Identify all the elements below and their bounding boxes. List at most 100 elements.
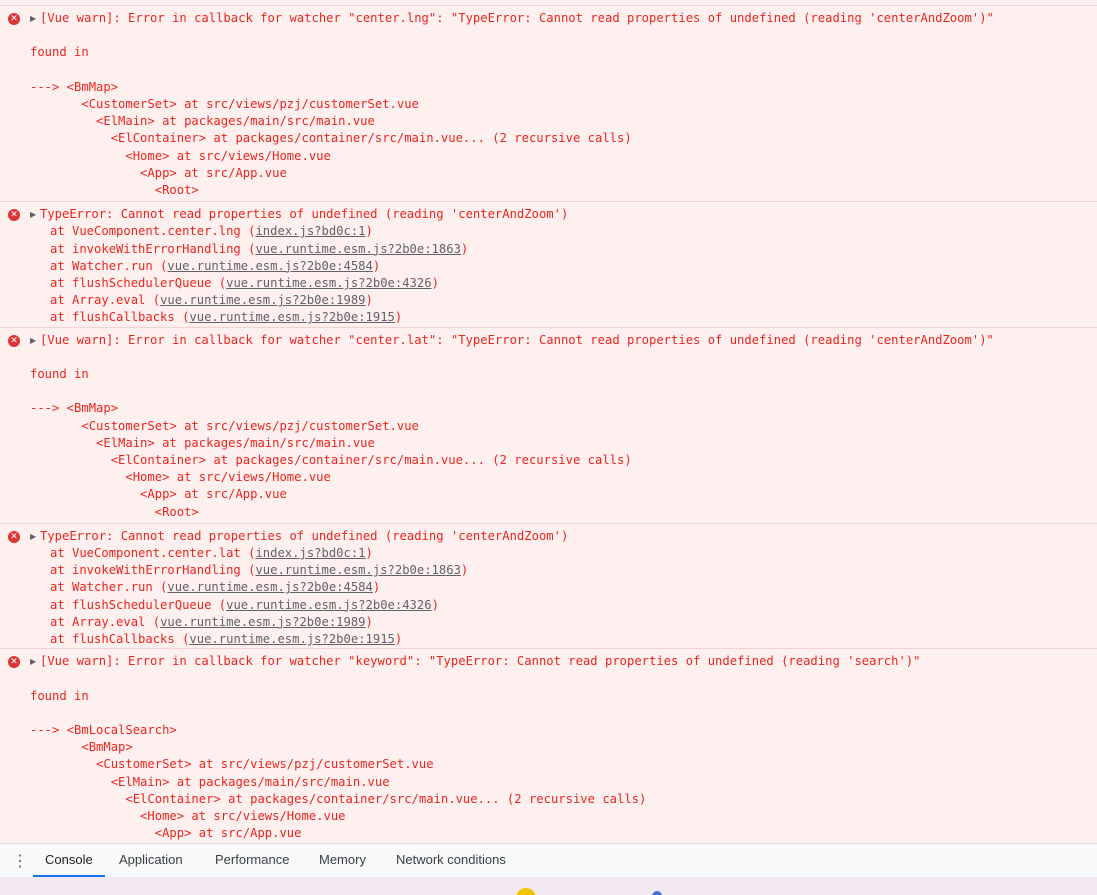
stack-frame-suffix: ) [431, 597, 439, 612]
message-line: <App> at src/App.vue [30, 826, 302, 841]
message-line: <Home> at src/views/Home.vue [30, 809, 346, 824]
expand-triangle-icon[interactable]: ▶ [30, 528, 40, 545]
source-link[interactable]: vue.runtime.esm.js?2b0e:1863 [255, 242, 460, 256]
taskbar-app-icon[interactable] [652, 891, 662, 895]
stack-frame-suffix: ) [460, 241, 469, 256]
source-link[interactable]: vue.runtime.esm.js?2b0e:4584 [167, 580, 372, 594]
message-line: found in [30, 45, 89, 60]
stack-frame: at Watcher.run (vue.runtime.esm.js?2b0e:… [30, 579, 1087, 596]
stack-frame-suffix: ) [365, 293, 373, 308]
message-line: <ElMain> at packages/main/src/main.vue [30, 774, 390, 789]
message-text: TypeError: Cannot read properties of und… [40, 528, 569, 543]
error-circle-icon: ✕ [8, 13, 20, 25]
stack-frame-function: at invokeWithErrorHandling ( [50, 241, 256, 256]
message-line [30, 27, 1087, 44]
console-error-stack[interactable]: ✕ ▶ TypeError: Cannot read properties of u… [0, 523, 1097, 650]
message-line: <ElContainer> at packages/container/src/… [30, 453, 632, 468]
stack-frame-suffix: ) [394, 310, 403, 325]
stack-frame-suffix: ) [394, 632, 403, 647]
source-link[interactable]: vue.runtime.esm.js?2b0e:1989 [160, 293, 365, 307]
stack-frame-suffix: ) [460, 563, 469, 578]
stack-frame-suffix: ) [365, 614, 373, 629]
source-link[interactable]: vue.runtime.esm.js?2b0e:4326 [226, 598, 431, 612]
message-header: ▶ TypeError: Cannot read properties of un… [30, 528, 1087, 545]
stack-frame: at Watcher.run (vue.runtime.esm.js?2b0e:… [30, 258, 1087, 275]
stack-frame: at flushCallbacks (vue.runtime.esm.js?2b… [30, 631, 1087, 648]
stack-frame-function: at Array.eval ( [50, 614, 161, 629]
tab-network-conditions[interactable]: Network conditions [384, 844, 518, 877]
stack-frame: at invokeWithErrorHandling (vue.runtime.… [30, 241, 1087, 258]
message-line: ---> <BmMap> [30, 401, 119, 416]
expand-triangle-icon[interactable]: ▶ [30, 10, 40, 27]
stack-frame-suffix: ) [372, 580, 381, 595]
source-link[interactable]: vue.runtime.esm.js?2b0e:1915 [189, 310, 394, 324]
source-link[interactable]: vue.runtime.esm.js?2b0e:1915 [189, 632, 394, 646]
message-list: ✕ ▶ [Vue warn]: Error in callback for watc… [0, 6, 1097, 843]
stack-frame: at flushSchedulerQueue (vue.runtime.esm.… [30, 597, 1087, 614]
expand-triangle-icon[interactable]: ▶ [30, 332, 40, 349]
stack-frame-function: at flushCallbacks ( [50, 310, 190, 325]
message-line: ---> <BmMap> [30, 79, 119, 94]
message-line: <ElContainer> at packages/container/src/… [30, 791, 647, 806]
message-text: [Vue warn]: Error in callback for watche… [40, 332, 994, 347]
console-warning-message[interactable]: ✕ ▶ [Vue warn]: Error in callback for watc… [0, 649, 1097, 843]
message-line [30, 383, 1087, 400]
drawer-tabbar: ⋮ Console Application Performance Memory… [0, 843, 1097, 877]
stack-frame-function: at flushSchedulerQueue ( [50, 276, 227, 291]
message-line: <ElContainer> at packages/container/src/… [30, 131, 632, 146]
stack-frame-suffix: ) [372, 258, 381, 273]
message-line [30, 670, 1087, 687]
message-header: ▶ [Vue warn]: Error in callback for watch… [30, 10, 1087, 27]
message-line [30, 705, 1087, 722]
message-text: TypeError: Cannot read properties of und… [40, 207, 569, 222]
source-link[interactable]: index.js?bd0c:1 [255, 546, 365, 560]
stack-frame-suffix: ) [365, 546, 373, 561]
message-header: ▶ [Vue warn]: Error in callback for watch… [30, 653, 1087, 670]
message-line: <Home> at src/views/Home.vue [30, 470, 331, 485]
stack-frame: at flushSchedulerQueue (vue.runtime.esm.… [30, 275, 1087, 292]
console-error-stack[interactable]: ✕ ▶ TypeError: Cannot read properties of u… [0, 202, 1097, 328]
tab-performance[interactable]: Performance [203, 844, 301, 877]
more-vert-icon[interactable]: ⋮ [12, 852, 28, 870]
tab-application[interactable]: Application [107, 844, 195, 877]
message-line: <CustomerSet> at src/views/pzj/customerS… [30, 418, 419, 433]
taskbar-app-icon[interactable] [516, 888, 536, 895]
message-line: found in [30, 688, 89, 703]
source-link[interactable]: vue.runtime.esm.js?2b0e:4584 [167, 259, 372, 273]
source-link[interactable]: index.js?bd0c:1 [255, 224, 365, 238]
stack-frame-function: at invokeWithErrorHandling ( [50, 563, 256, 578]
console-messages: ✕ ▶ [Vue warn]: Error in callback for watc… [0, 0, 1097, 843]
stack-frame: at VueComponent.center.lng (index.js?bd0… [30, 223, 1087, 240]
tab-console[interactable]: Console [33, 844, 105, 877]
message-line: <ElMain> at packages/main/src/main.vue [30, 435, 375, 450]
stack-frame-suffix: ) [431, 276, 439, 291]
stack-frame-function: at Array.eval ( [50, 293, 161, 308]
stack-frame: at flushCallbacks (vue.runtime.esm.js?2b… [30, 309, 1087, 326]
source-link[interactable]: vue.runtime.esm.js?2b0e:4326 [226, 276, 431, 290]
message-line: ---> <BmLocalSearch> [30, 723, 177, 738]
message-header: ▶ [Vue warn]: Error in callback for watch… [30, 332, 1087, 349]
stack-frame-function: at Watcher.run ( [50, 258, 168, 273]
message-line: <Root> [30, 183, 199, 197]
tab-memory[interactable]: Memory [307, 844, 378, 877]
expand-triangle-icon[interactable]: ▶ [30, 653, 40, 670]
console-warning-message[interactable]: ✕ ▶ [Vue warn]: Error in callback for watc… [0, 6, 1097, 203]
message-line: <ElMain> at packages/main/src/main.vue [30, 114, 375, 129]
stack-frame-suffix: ) [365, 224, 373, 239]
stack-frame: at VueComponent.center.lat (index.js?bd0… [30, 545, 1087, 562]
stack-frame: at invokeWithErrorHandling (vue.runtime.… [30, 562, 1087, 579]
os-taskbar-strip [0, 877, 1097, 895]
source-link[interactable]: vue.runtime.esm.js?2b0e:1989 [160, 615, 365, 629]
message-line: <App> at src/App.vue [30, 487, 287, 502]
message-line: <Home> at src/views/Home.vue [30, 148, 331, 163]
console-warning-message[interactable]: ✕ ▶ [Vue warn]: Error in callback for watc… [0, 327, 1097, 524]
error-circle-icon: ✕ [8, 530, 20, 543]
message-line: <BmMap> [30, 740, 133, 755]
message-line: <CustomerSet> at src/views/pzj/customerS… [30, 96, 419, 111]
message-text: [Vue warn]: Error in callback for watche… [40, 11, 994, 25]
message-header: ▶ TypeError: Cannot read properties of un… [30, 206, 1087, 223]
message-line [30, 62, 1087, 79]
error-circle-icon: ✕ [8, 656, 20, 669]
expand-triangle-icon[interactable]: ▶ [30, 206, 40, 223]
source-link[interactable]: vue.runtime.esm.js?2b0e:1863 [255, 563, 460, 577]
